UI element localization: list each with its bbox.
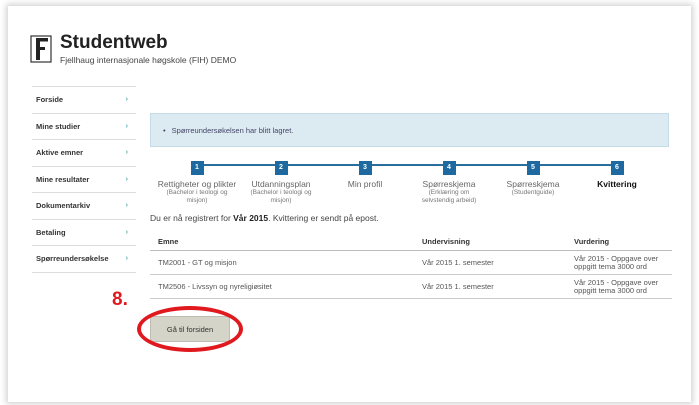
step-title: Spørreskjema bbox=[422, 179, 476, 189]
step-title: Spørreskjema bbox=[506, 179, 560, 189]
chevron-right-icon: › bbox=[125, 149, 128, 157]
fih-logo-icon bbox=[30, 35, 52, 63]
confirmation-prefix: Du er nå registrert for bbox=[150, 213, 234, 223]
step-title: Utdanningsplan bbox=[251, 179, 311, 189]
cell-vurdering: Vår 2015 - Oppgave over oppgitt tema 300… bbox=[574, 254, 672, 271]
sidebar-item-dokumentarkiv[interactable]: Dokumentarkiv › bbox=[32, 193, 136, 220]
step-subtitle: misjon) bbox=[270, 196, 292, 204]
sidebar-nav: Forside › Mine studier › Aktive emner › … bbox=[32, 86, 136, 273]
step-title: Min profil bbox=[347, 179, 383, 189]
app-title: Studentweb bbox=[60, 32, 168, 53]
table-row: TM2001 - GT og misjon Vår 2015 1. semest… bbox=[150, 251, 672, 275]
app-subtitle: Fjellhaug internasjonale høgskole (FIH) … bbox=[60, 55, 237, 65]
chevron-right-icon: › bbox=[125, 255, 128, 263]
step-number: 4 bbox=[442, 161, 456, 175]
column-header-emne: Emne bbox=[158, 237, 179, 246]
chevron-right-icon: › bbox=[125, 228, 128, 236]
sidebar-item-aktive-emner[interactable]: Aktive emner › bbox=[32, 140, 136, 167]
sidebar-item-label: Mine resultater bbox=[36, 174, 90, 184]
registration-confirmation: Du er nå registrert for Vår 2015. Kvitte… bbox=[150, 213, 379, 223]
step-6[interactable]: 6 Kvittering bbox=[575, 156, 659, 189]
bullet-icon: • bbox=[163, 125, 166, 135]
sidebar-item-label: Dokumentarkiv bbox=[36, 201, 91, 211]
step-1[interactable]: 1 Rettigheter og plikter (Bachelor i teo… bbox=[155, 156, 239, 204]
step-subtitle: (Studentguide) bbox=[511, 189, 555, 196]
annotation-circle bbox=[137, 306, 243, 352]
step-number: 1 bbox=[190, 161, 204, 175]
progress-stepper: 1 Rettigheter og plikter (Bachelor i teo… bbox=[155, 156, 655, 216]
step-number: 2 bbox=[274, 161, 288, 175]
step-subtitle: misjon) bbox=[186, 196, 208, 204]
success-alert: • Spørreundersøkelsen har blitt lagret. bbox=[150, 113, 669, 147]
cell-emne: TM2506 - Livssyn og nyreligiøsitet bbox=[158, 282, 272, 291]
cell-emne: TM2001 - GT og misjon bbox=[158, 258, 237, 267]
cell-undervisning: Vår 2015 1. semester bbox=[422, 258, 494, 267]
sidebar-item-label: Betaling bbox=[36, 227, 66, 237]
column-header-undervisning: Undervisning bbox=[422, 237, 470, 246]
sidebar-item-label: Mine studier bbox=[36, 121, 81, 131]
vurdering-line: oppgitt tema 3000 ord bbox=[574, 285, 647, 295]
sidebar-item-label: Spørreundersøkelse bbox=[36, 254, 109, 264]
step-4[interactable]: 4 Spørreskjema (Erklæring om selvstendig… bbox=[407, 156, 491, 204]
sidebar-item-mine-resultater[interactable]: Mine resultater › bbox=[32, 167, 136, 193]
table-row: TM2506 - Livssyn og nyreligiøsitet Vår 2… bbox=[150, 275, 672, 299]
step-subtitle: (Bachelor i teologi og bbox=[250, 189, 312, 196]
sidebar-item-mine-studier[interactable]: Mine studier › bbox=[32, 114, 136, 140]
course-table: Emne Undervisning Vurdering TM2001 - GT … bbox=[150, 233, 672, 299]
chevron-right-icon: › bbox=[125, 175, 128, 183]
sidebar-item-forside[interactable]: Forside › bbox=[32, 87, 136, 114]
step-annotation-number: 8. bbox=[112, 289, 128, 310]
sidebar-item-betaling[interactable]: Betaling › bbox=[32, 220, 136, 246]
chevron-right-icon: › bbox=[125, 122, 128, 130]
step-subtitle: (Erklæring om bbox=[428, 189, 470, 196]
vurdering-line: oppgitt tema 3000 ord bbox=[574, 261, 647, 271]
cell-undervisning: Vår 2015 1. semester bbox=[422, 282, 494, 291]
chevron-right-icon: › bbox=[125, 202, 128, 210]
column-header-vurdering: Vurdering bbox=[574, 236, 610, 246]
step-2[interactable]: 2 Utdanningsplan (Bachelor i teologi og … bbox=[239, 156, 323, 204]
sidebar-item-label: Forside bbox=[36, 95, 64, 105]
step-number: 3 bbox=[358, 161, 372, 175]
cell-vurdering: Vår 2015 - Oppgave over oppgitt tema 300… bbox=[574, 278, 672, 295]
confirmation-semester: Vår 2015 bbox=[233, 213, 269, 223]
alert-message: Spørreundersøkelsen har blitt lagret. bbox=[171, 125, 294, 135]
sidebar-item-label: Aktive emner bbox=[36, 148, 84, 158]
step-number: 6 bbox=[610, 161, 624, 175]
table-header: Emne Undervisning Vurdering bbox=[150, 233, 672, 251]
chevron-right-icon: › bbox=[125, 96, 128, 104]
sidebar-item-sporreundersokelse[interactable]: Spørreundersøkelse › bbox=[32, 246, 136, 273]
step-subtitle: (Bachelor i teologi og bbox=[166, 189, 228, 196]
step-5[interactable]: 5 Spørreskjema (Studentguide) bbox=[491, 156, 575, 197]
step-3[interactable]: 3 Min profil bbox=[323, 156, 407, 189]
step-title: Rettigheter og plikter bbox=[157, 179, 237, 189]
step-title: Kvittering bbox=[597, 179, 637, 189]
step-number: 5 bbox=[526, 161, 540, 175]
step-subtitle: selvstendig arbeid) bbox=[421, 196, 477, 204]
confirmation-suffix: . Kvittering er sendt på epost. bbox=[268, 213, 379, 223]
